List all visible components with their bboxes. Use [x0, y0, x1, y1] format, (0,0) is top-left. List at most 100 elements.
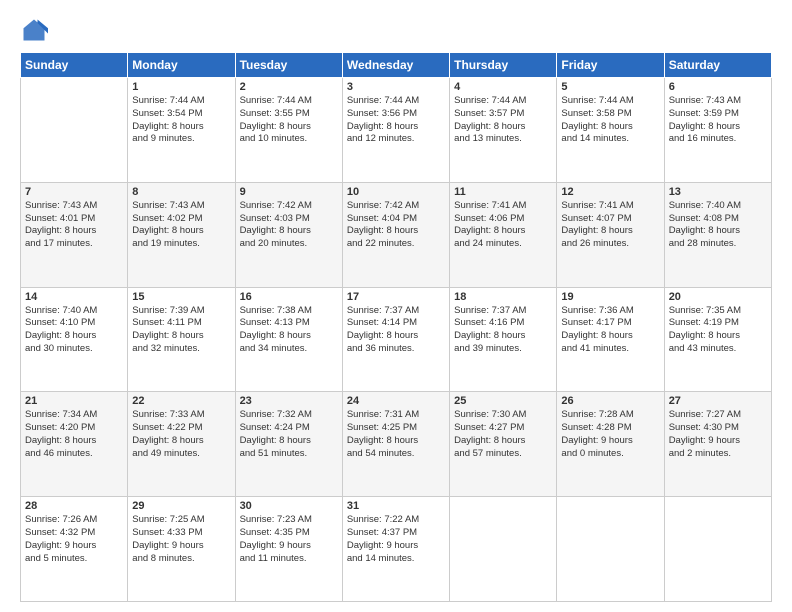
day-info: Sunrise: 7:35 AM Sunset: 4:19 PM Dayligh…	[669, 305, 767, 356]
day-number: 29	[132, 500, 230, 512]
calendar-week-row: 14 Sunrise: 7:40 AM Sunset: 4:10 PM Dayli…	[21, 287, 772, 392]
day-info: Sunrise: 7:43 AM Sunset: 4:02 PM Dayligh…	[132, 200, 230, 251]
day-number: 20	[669, 291, 767, 303]
calendar-cell: 14 Sunrise: 7:40 AM Sunset: 4:10 PM Dayli…	[21, 287, 128, 392]
day-number: 1	[132, 81, 230, 93]
day-info: Sunrise: 7:36 AM Sunset: 4:17 PM Dayligh…	[561, 305, 659, 356]
day-number: 13	[669, 186, 767, 198]
calendar-day-header: Monday	[128, 53, 235, 78]
day-number: 3	[347, 81, 445, 93]
day-number: 26	[561, 395, 659, 407]
calendar-cell: 7 Sunrise: 7:43 AM Sunset: 4:01 PM Daylig…	[21, 182, 128, 287]
day-number: 28	[25, 500, 123, 512]
calendar-cell: 1Sunrise: 7:44 AM Sunset: 3:54 PM Daylig…	[128, 78, 235, 183]
calendar-cell: 30 Sunrise: 7:23 AM Sunset: 4:35 PM Dayli…	[235, 497, 342, 602]
calendar-cell: 17 Sunrise: 7:37 AM Sunset: 4:14 PM Dayli…	[342, 287, 449, 392]
day-info: Sunrise: 7:25 AM Sunset: 4:33 PM Dayligh…	[132, 514, 230, 565]
day-number: 15	[132, 291, 230, 303]
calendar-cell: 26 Sunrise: 7:28 AM Sunset: 4:28 PM Dayli…	[557, 392, 664, 497]
day-info: Sunrise: 7:34 AM Sunset: 4:20 PM Dayligh…	[25, 409, 123, 460]
calendar-header-row: SundayMondayTuesdayWednesdayThursdayFrid…	[21, 53, 772, 78]
calendar-header: SundayMondayTuesdayWednesdayThursdayFrid…	[21, 53, 772, 78]
calendar-day-header: Wednesday	[342, 53, 449, 78]
day-number: 11	[454, 186, 552, 198]
calendar-day-header: Thursday	[450, 53, 557, 78]
day-number: 18	[454, 291, 552, 303]
day-info: Sunrise: 7:39 AM Sunset: 4:11 PM Dayligh…	[132, 305, 230, 356]
day-number: 24	[347, 395, 445, 407]
calendar-cell: 19 Sunrise: 7:36 AM Sunset: 4:17 PM Dayli…	[557, 287, 664, 392]
day-info: Sunrise: 7:44 AM Sunset: 3:55 PM Dayligh…	[240, 95, 338, 146]
logo-icon	[20, 16, 48, 44]
day-number: 12	[561, 186, 659, 198]
calendar-cell	[21, 78, 128, 183]
calendar-cell: 21Sunrise: 7:34 AM Sunset: 4:20 PM Dayli…	[21, 392, 128, 497]
day-info: Sunrise: 7:38 AM Sunset: 4:13 PM Dayligh…	[240, 305, 338, 356]
day-number: 30	[240, 500, 338, 512]
day-number: 17	[347, 291, 445, 303]
day-info: Sunrise: 7:32 AM Sunset: 4:24 PM Dayligh…	[240, 409, 338, 460]
day-info: Sunrise: 7:42 AM Sunset: 4:04 PM Dayligh…	[347, 200, 445, 251]
logo	[20, 16, 52, 44]
calendar-day-header: Tuesday	[235, 53, 342, 78]
header	[20, 16, 772, 44]
calendar-body: 1Sunrise: 7:44 AM Sunset: 3:54 PM Daylig…	[21, 78, 772, 602]
day-number: 25	[454, 395, 552, 407]
calendar-cell: 10 Sunrise: 7:42 AM Sunset: 4:04 PM Dayli…	[342, 182, 449, 287]
day-info: Sunrise: 7:43 AM Sunset: 3:59 PM Dayligh…	[669, 95, 767, 146]
calendar-cell: 15 Sunrise: 7:39 AM Sunset: 4:11 PM Dayli…	[128, 287, 235, 392]
day-number: 23	[240, 395, 338, 407]
calendar-cell: 27Sunrise: 7:27 AM Sunset: 4:30 PM Dayli…	[664, 392, 771, 497]
day-number: 10	[347, 186, 445, 198]
calendar-cell: 9 Sunrise: 7:42 AM Sunset: 4:03 PM Daylig…	[235, 182, 342, 287]
calendar-cell	[557, 497, 664, 602]
calendar-cell: 16 Sunrise: 7:38 AM Sunset: 4:13 PM Dayli…	[235, 287, 342, 392]
day-number: 7	[25, 186, 123, 198]
day-number: 2	[240, 81, 338, 93]
calendar-cell: 12Sunrise: 7:41 AM Sunset: 4:07 PM Dayli…	[557, 182, 664, 287]
page: SundayMondayTuesdayWednesdayThursdayFrid…	[0, 0, 792, 612]
day-info: Sunrise: 7:37 AM Sunset: 4:14 PM Dayligh…	[347, 305, 445, 356]
calendar-cell: 22Sunrise: 7:33 AM Sunset: 4:22 PM Dayli…	[128, 392, 235, 497]
calendar-table: SundayMondayTuesdayWednesdayThursdayFrid…	[20, 52, 772, 602]
day-number: 22	[132, 395, 230, 407]
calendar-cell: 6 Sunrise: 7:43 AM Sunset: 3:59 PM Daylig…	[664, 78, 771, 183]
day-info: Sunrise: 7:44 AM Sunset: 3:56 PM Dayligh…	[347, 95, 445, 146]
calendar-cell: 20 Sunrise: 7:35 AM Sunset: 4:19 PM Dayli…	[664, 287, 771, 392]
day-info: Sunrise: 7:40 AM Sunset: 4:08 PM Dayligh…	[669, 200, 767, 251]
calendar-week-row: 7 Sunrise: 7:43 AM Sunset: 4:01 PM Daylig…	[21, 182, 772, 287]
day-info: Sunrise: 7:31 AM Sunset: 4:25 PM Dayligh…	[347, 409, 445, 460]
day-number: 8	[132, 186, 230, 198]
day-info: Sunrise: 7:44 AM Sunset: 3:57 PM Dayligh…	[454, 95, 552, 146]
calendar-day-header: Saturday	[664, 53, 771, 78]
calendar-cell: 3 Sunrise: 7:44 AM Sunset: 3:56 PM Daylig…	[342, 78, 449, 183]
calendar-week-row: 28Sunrise: 7:26 AM Sunset: 4:32 PM Dayli…	[21, 497, 772, 602]
day-number: 19	[561, 291, 659, 303]
calendar-cell: 11Sunrise: 7:41 AM Sunset: 4:06 PM Dayli…	[450, 182, 557, 287]
calendar-cell: 2 Sunrise: 7:44 AM Sunset: 3:55 PM Daylig…	[235, 78, 342, 183]
day-number: 27	[669, 395, 767, 407]
calendar-cell: 18 Sunrise: 7:37 AM Sunset: 4:16 PM Dayli…	[450, 287, 557, 392]
day-info: Sunrise: 7:42 AM Sunset: 4:03 PM Dayligh…	[240, 200, 338, 251]
calendar-day-header: Sunday	[21, 53, 128, 78]
calendar-cell: 24 Sunrise: 7:31 AM Sunset: 4:25 PM Dayli…	[342, 392, 449, 497]
day-info: Sunrise: 7:37 AM Sunset: 4:16 PM Dayligh…	[454, 305, 552, 356]
calendar-cell: 31Sunrise: 7:22 AM Sunset: 4:37 PM Dayli…	[342, 497, 449, 602]
calendar-week-row: 1Sunrise: 7:44 AM Sunset: 3:54 PM Daylig…	[21, 78, 772, 183]
day-number: 14	[25, 291, 123, 303]
day-info: Sunrise: 7:40 AM Sunset: 4:10 PM Dayligh…	[25, 305, 123, 356]
calendar-cell: 4Sunrise: 7:44 AM Sunset: 3:57 PM Daylig…	[450, 78, 557, 183]
day-info: Sunrise: 7:23 AM Sunset: 4:35 PM Dayligh…	[240, 514, 338, 565]
day-number: 9	[240, 186, 338, 198]
day-number: 6	[669, 81, 767, 93]
day-info: Sunrise: 7:43 AM Sunset: 4:01 PM Dayligh…	[25, 200, 123, 251]
calendar-cell: 13 Sunrise: 7:40 AM Sunset: 4:08 PM Dayli…	[664, 182, 771, 287]
calendar-cell: 23 Sunrise: 7:32 AM Sunset: 4:24 PM Dayli…	[235, 392, 342, 497]
day-info: Sunrise: 7:44 AM Sunset: 3:58 PM Dayligh…	[561, 95, 659, 146]
calendar-cell: 25Sunrise: 7:30 AM Sunset: 4:27 PM Dayli…	[450, 392, 557, 497]
calendar-cell	[450, 497, 557, 602]
day-info: Sunrise: 7:28 AM Sunset: 4:28 PM Dayligh…	[561, 409, 659, 460]
day-info: Sunrise: 7:22 AM Sunset: 4:37 PM Dayligh…	[347, 514, 445, 565]
calendar-cell: 5Sunrise: 7:44 AM Sunset: 3:58 PM Daylig…	[557, 78, 664, 183]
day-number: 16	[240, 291, 338, 303]
